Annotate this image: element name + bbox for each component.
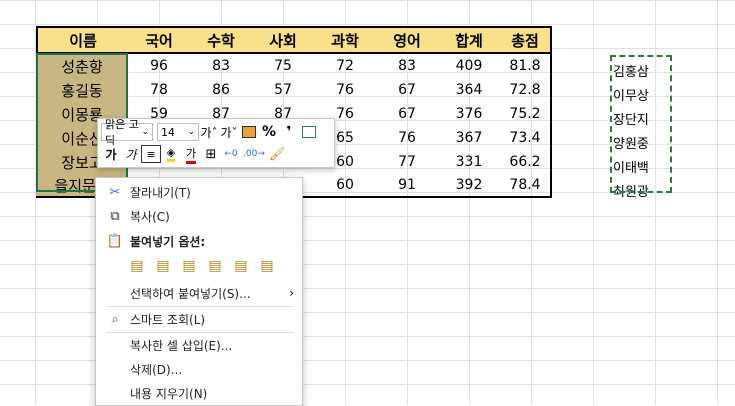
format-cells-button[interactable] <box>299 123 319 141</box>
format-table-icon <box>302 126 316 138</box>
italic-button[interactable]: 가 <box>121 145 141 163</box>
score-cell[interactable]: 331 <box>438 150 500 174</box>
borders-button[interactable]: ⊞ <box>201 145 221 163</box>
score-cell[interactable]: 73.4 <box>500 126 552 150</box>
font-name-box[interactable]: 맑은 고딕 ⌄ <box>101 118 153 147</box>
cell-style-icon <box>242 126 256 138</box>
menu-label: 스마트 조회(L) <box>130 312 206 327</box>
comma-button[interactable]: ❜ <box>279 123 299 141</box>
menu-label: 복사(C) <box>130 209 170 224</box>
score-cell[interactable]: 392 <box>438 174 500 198</box>
paste-formatting-icon[interactable]: ▤ <box>230 256 252 276</box>
format-painter-button[interactable]: 🖌 <box>267 145 287 163</box>
menu-item-paste-options: 📋 붙여넣기 옵션: <box>96 230 302 252</box>
score-cell[interactable]: 367 <box>438 126 500 150</box>
score-cell[interactable]: 60 <box>314 174 376 198</box>
header-cell[interactable]: 과학 <box>314 26 376 54</box>
score-cell[interactable]: 57 <box>252 78 314 102</box>
chevron-right-icon: › <box>289 286 294 300</box>
score-cell[interactable]: 91 <box>376 174 438 198</box>
score-cell[interactable]: 75.2 <box>500 102 552 126</box>
font-color-icon: 가 <box>185 145 197 164</box>
header-cell[interactable]: 이름 <box>36 26 128 54</box>
font-size-box[interactable]: 14 ⌄ <box>157 123 199 141</box>
menu-label: 내용 지우기(N) <box>130 386 208 401</box>
score-cell[interactable]: 96 <box>128 54 190 78</box>
paste-formulas-icon[interactable]: ▤ <box>178 256 200 276</box>
score-cell[interactable]: 83 <box>190 54 252 78</box>
mini-toolbar: 맑은 고딕 ⌄ 14 ⌄ 가ˆ 가ˇ % ❜ 가 가 ≡ ◈ 가 ⊞ ←0 .00→… <box>97 118 335 168</box>
align-center-icon: ≡ <box>146 147 156 161</box>
score-cell[interactable]: 67 <box>376 78 438 102</box>
paint-bucket-icon: ◈ <box>166 146 176 162</box>
fill-color-button[interactable]: ◈ <box>161 145 181 163</box>
menu-item-clear[interactable]: 내용 지우기(N) <box>96 382 302 404</box>
menu-label: 붙여넣기 옵션: <box>130 234 206 249</box>
menu-label: 잘라내기(T) <box>130 185 191 200</box>
paste-link-icon[interactable]: ▤ <box>256 256 278 276</box>
header-cell[interactable]: 총점 <box>500 26 552 54</box>
menu-label: 선택하여 붙여넣기(S)... <box>130 286 251 301</box>
align-center-button[interactable]: ≡ <box>141 145 161 163</box>
font-size-value: 14 <box>161 125 175 139</box>
header-cell[interactable]: 합계 <box>438 26 500 54</box>
score-cell[interactable]: 86 <box>190 78 252 102</box>
score-cell[interactable]: 81.8 <box>500 54 552 78</box>
score-cell[interactable]: 83 <box>376 54 438 78</box>
score-cell[interactable]: 72.8 <box>500 78 552 102</box>
score-cell[interactable]: 409 <box>438 54 500 78</box>
cell-style-button[interactable] <box>239 123 259 141</box>
menu-item-paste-special[interactable]: 선택하여 붙여넣기(S)... › <box>96 282 302 304</box>
clipboard-icon: 📋 <box>106 233 124 249</box>
menu-separator <box>106 306 294 307</box>
score-cell[interactable]: 78 <box>128 78 190 102</box>
menu-label: 삭제(D)... <box>130 362 183 377</box>
increase-decimal-button[interactable]: ←0 <box>221 145 241 163</box>
score-cell[interactable]: 67 <box>376 102 438 126</box>
bold-button[interactable]: 가 <box>101 145 121 163</box>
header-cell[interactable]: 수학 <box>190 26 252 54</box>
paste-values-icon[interactable]: ▤ <box>152 256 174 276</box>
menu-separator <box>106 332 294 333</box>
chevron-down-icon: ⌄ <box>187 127 195 137</box>
score-cell[interactable]: 72 <box>314 54 376 78</box>
chevron-down-icon: ⌄ <box>141 127 149 137</box>
grow-font-button[interactable]: 가ˆ <box>199 123 219 141</box>
header-cell[interactable]: 사회 <box>252 26 314 54</box>
copy-marquee <box>610 55 672 193</box>
decrease-decimal-button[interactable]: .00→ <box>241 145 267 163</box>
score-cell[interactable]: 77 <box>376 150 438 174</box>
score-cell[interactable]: 76 <box>376 126 438 150</box>
menu-label: 복사한 셀 삽입(E)... <box>130 338 233 353</box>
menu-item-cut[interactable]: ✂ 잘라내기(T) <box>96 181 302 203</box>
shrink-font-button[interactable]: 가ˇ <box>219 123 239 141</box>
score-cell[interactable]: 364 <box>438 78 500 102</box>
borders-icon: ⊞ <box>205 146 217 162</box>
score-cell[interactable]: 78.4 <box>500 174 552 198</box>
menu-item-delete[interactable]: 삭제(D)... <box>96 358 302 380</box>
header-cell[interactable]: 국어 <box>128 26 190 54</box>
percent-button[interactable]: % <box>259 123 279 141</box>
paste-option-row: ▤ ▤ ▤ ▤ ▤ ▤ <box>126 256 278 276</box>
menu-item-smart-lookup[interactable]: ⌕ 스마트 조회(L) <box>96 308 302 330</box>
search-icon: ⌕ <box>111 311 119 327</box>
score-cell[interactable]: 76 <box>314 78 376 102</box>
copy-icon: ⧉ <box>110 208 120 224</box>
menu-item-insert-copied[interactable]: 복사한 셀 삽입(E)... <box>96 334 302 356</box>
score-cell[interactable]: 75 <box>252 54 314 78</box>
font-color-button[interactable]: 가 <box>181 145 201 164</box>
context-menu: ✂ 잘라내기(T) ⧉ 복사(C) 📋 붙여넣기 옵션: ▤ ▤ ▤ ▤ ▤ ▤ 선택… <box>95 177 303 406</box>
menu-item-copy[interactable]: ⧉ 복사(C) <box>96 205 302 227</box>
score-cell[interactable]: 66.2 <box>500 150 552 174</box>
scissors-icon: ✂ <box>109 184 121 200</box>
header-cell[interactable]: 영어 <box>376 26 438 54</box>
format-painter-icon: 🖌 <box>268 146 286 162</box>
paste-transpose-icon[interactable]: ▤ <box>204 256 226 276</box>
paste-icon[interactable]: ▤ <box>126 256 148 276</box>
score-cell[interactable]: 376 <box>438 102 500 126</box>
